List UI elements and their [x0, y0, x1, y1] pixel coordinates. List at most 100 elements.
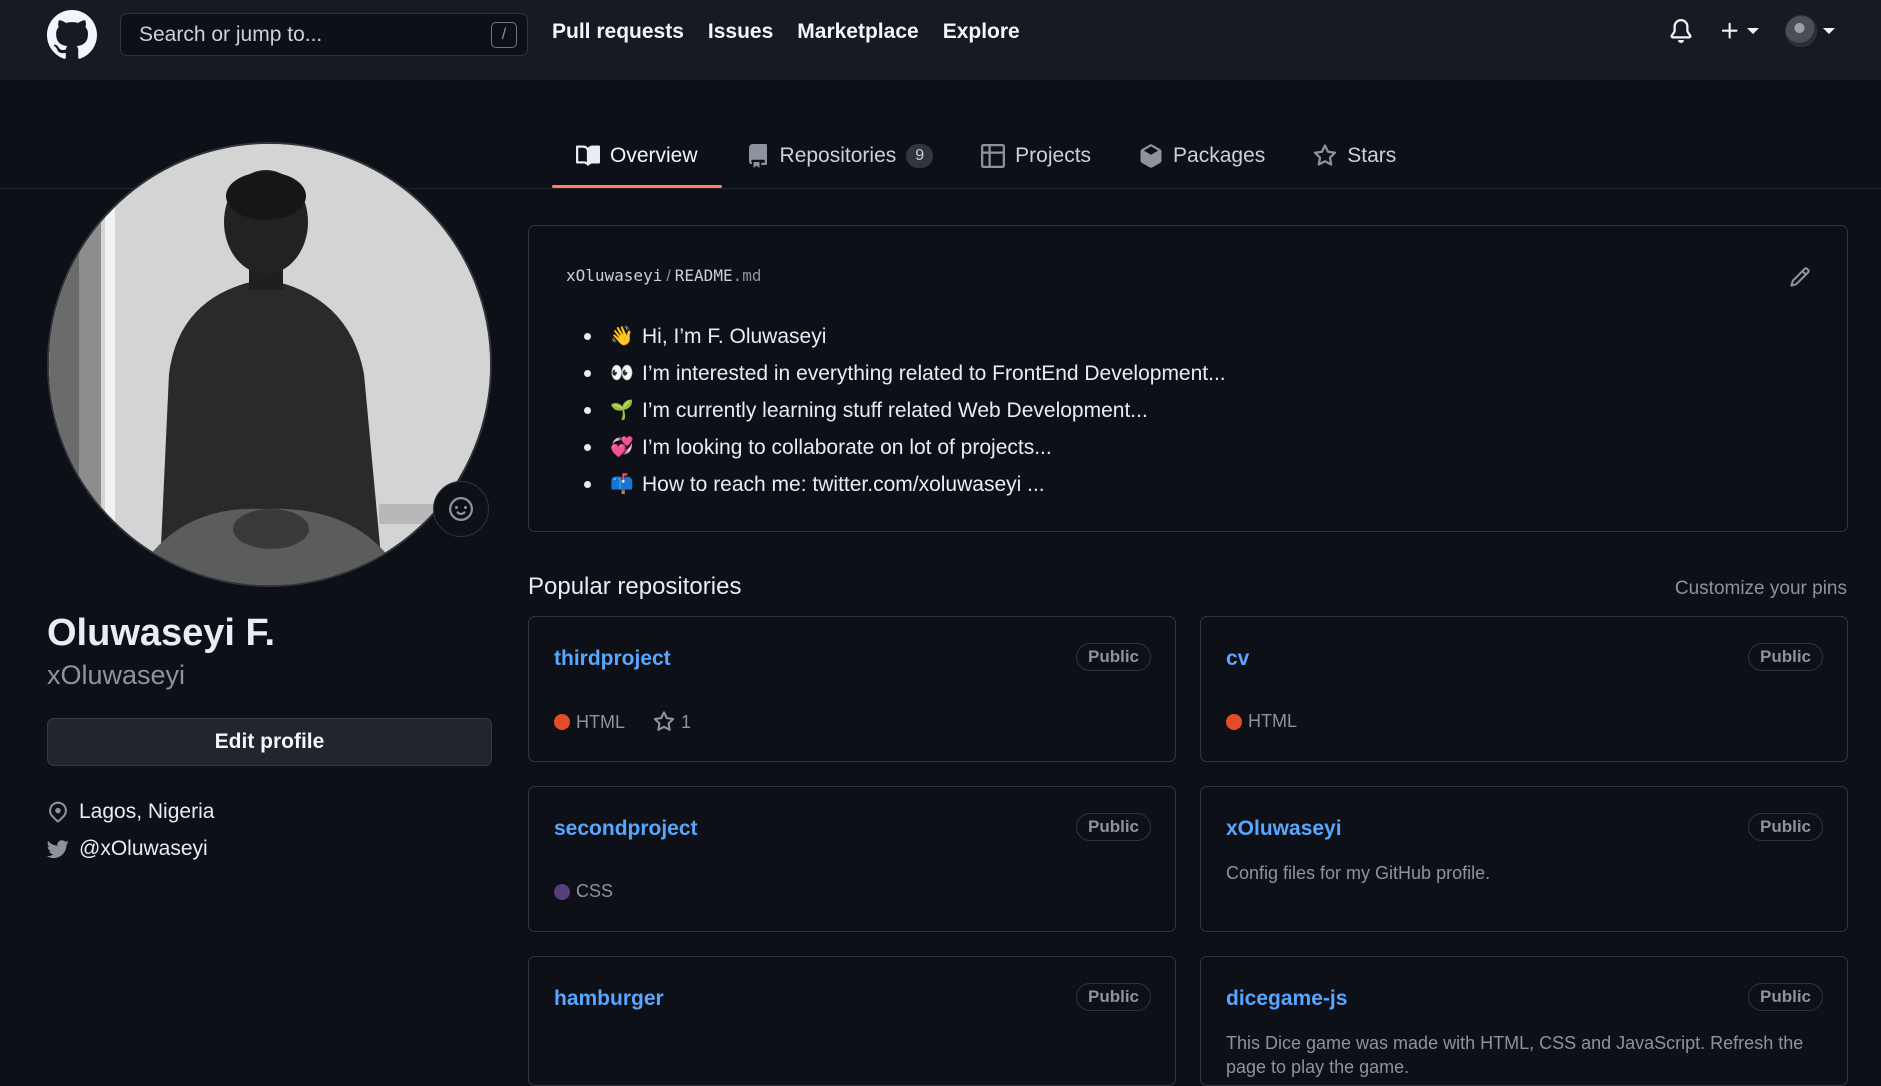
list-item-text: I’m looking to collaborate on lot of pro… [642, 436, 1052, 459]
profile-tabs: Overview Repositories 9 Projects Package… [552, 124, 1420, 188]
hearts-icon: 💞 [610, 436, 634, 458]
profile-readme: xOluwaseyi / README.md 👋 Hi, I’m F. Oluwase… [528, 225, 1848, 532]
tab-packages[interactable]: Packages [1115, 124, 1289, 188]
profile-avatar[interactable] [47, 142, 492, 587]
repo-name-link[interactable]: xOluwaseyi [1226, 817, 1342, 841]
repo-language: CSS [554, 881, 613, 902]
repo-icon [748, 144, 767, 168]
language-name: CSS [576, 881, 614, 901]
twitter-icon [47, 840, 69, 859]
language-color-dot [554, 883, 570, 900]
list-item-text: How to reach me: twitter.com/xoluwaseyi … [642, 473, 1045, 496]
location-icon [49, 801, 67, 823]
tab-label: Stars [1347, 144, 1397, 167]
search-input[interactable]: Search or jump to... / [120, 13, 528, 56]
list-item-text: Hi, I’m F. Oluwaseyi [642, 325, 827, 348]
visibility-badge: Public [1075, 983, 1151, 1011]
tab-repositories[interactable]: Repositories 9 [722, 124, 958, 188]
repo-card: cv Public HTML [1200, 616, 1848, 762]
create-new-button[interactable] [1719, 20, 1759, 42]
repo-language: HTML [1226, 711, 1297, 732]
package-icon [1140, 144, 1162, 168]
top-header: Search or jump to... / Pull requests Iss… [0, 0, 1881, 80]
location-text: Lagos, Nigeria [79, 800, 215, 823]
repo-name-link[interactable]: hamburger [554, 987, 664, 1011]
nav-pull-requests[interactable]: Pull requests [552, 20, 684, 44]
repo-card: dicegame-js Public This Dice game was ma… [1200, 956, 1848, 1086]
search-placeholder: Search or jump to... [139, 22, 323, 46]
repo-count-badge: 9 [906, 144, 934, 168]
stargazers-link[interactable]: 1 [653, 711, 691, 733]
avatar [1785, 15, 1817, 47]
profile-full-name: Oluwaseyi F. [47, 612, 276, 654]
repo-name-link[interactable]: cv [1226, 647, 1249, 671]
list-item-text: I’m interested in everything related to … [642, 362, 1226, 385]
edit-profile-button[interactable]: Edit profile [47, 718, 492, 766]
language-color-dot [554, 714, 570, 730]
repo-name-link[interactable]: thirdproject [554, 647, 671, 671]
readme-file-link[interactable]: README [675, 266, 733, 285]
bell-icon [1670, 19, 1692, 43]
notifications-button[interactable] [1669, 19, 1693, 43]
repo-card: thirdproject Public HTML 1 [528, 616, 1176, 762]
visibility-badge: Public [1747, 643, 1823, 671]
visibility-badge: Public [1075, 813, 1151, 841]
readme-path: xOluwaseyi / README.md [566, 266, 761, 286]
repo-language: HTML [554, 712, 625, 733]
seedling-icon: 🌱 [610, 399, 634, 421]
visibility-badge: Public [1747, 813, 1823, 841]
tab-projects[interactable]: Projects [957, 124, 1115, 188]
tab-label: Packages [1173, 144, 1266, 167]
chevron-down-icon [1747, 28, 1759, 34]
table-icon [981, 144, 1006, 168]
chevron-down-icon [1823, 28, 1835, 34]
popular-repos-heading: Popular repositories [528, 573, 742, 600]
readme-file-ext: .md [732, 266, 762, 285]
tab-label: Overview [610, 144, 698, 167]
repo-meta: HTML 1 [554, 711, 691, 733]
repo-name-link[interactable]: secondproject [554, 817, 698, 841]
language-color-dot [1226, 713, 1242, 730]
profile-photo [49, 144, 490, 585]
tab-stars[interactable]: Stars [1289, 124, 1420, 188]
repo-card: hamburger Public [528, 956, 1176, 1086]
star-count: 1 [681, 711, 692, 732]
repo-meta: HTML [1226, 711, 1297, 732]
star-icon [653, 711, 675, 731]
readme-owner-link[interactable]: xOluwaseyi [566, 266, 662, 285]
language-name: HTML [1248, 711, 1297, 731]
smiley-icon [449, 497, 473, 521]
global-nav: Pull requests Issues Marketplace Explore [552, 20, 1020, 44]
nav-issues[interactable]: Issues [708, 20, 773, 44]
language-name: HTML [576, 711, 625, 732]
path-separator: / [666, 268, 671, 285]
list-item: 👋 Hi, I’m F. Oluwaseyi [584, 318, 1226, 355]
tab-label: Repositories [779, 144, 897, 167]
nav-explore[interactable]: Explore [943, 20, 1020, 44]
github-logo-icon[interactable] [47, 10, 97, 60]
profile-username: xOluwaseyi [47, 660, 186, 690]
repo-description: Config files for my GitHub profile. [1226, 863, 1491, 883]
repo-description: This Dice game was made with HTML, CSS a… [1226, 1033, 1804, 1077]
plus-icon [1721, 22, 1738, 39]
set-status-button[interactable] [433, 481, 489, 537]
list-item-text: I’m currently learning stuff related Web… [642, 399, 1148, 422]
profile-twitter[interactable]: @xOluwaseyi [47, 837, 208, 861]
slash-key-hint: / [491, 22, 517, 48]
waving-hand-icon: 👋 [610, 325, 634, 347]
list-item: 💞 I’m looking to collaborate on lot of pr… [584, 429, 1226, 466]
visibility-badge: Public [1075, 643, 1151, 671]
repo-name-link[interactable]: dicegame-js [1226, 987, 1347, 1011]
twitter-handle: @xOluwaseyi [79, 837, 208, 860]
star-icon [1314, 144, 1337, 166]
customize-pins-link[interactable]: Customize your pins [1675, 578, 1847, 600]
repo-card: secondproject Public CSS [528, 786, 1176, 932]
nav-marketplace[interactable]: Marketplace [797, 20, 918, 44]
tab-overview[interactable]: Overview [552, 124, 722, 188]
repo-meta: CSS [554, 881, 613, 902]
list-item: 📫 How to reach me: twitter.com/xoluwaseyi… [584, 466, 1226, 503]
user-menu-button[interactable] [1785, 15, 1835, 47]
edit-readme-button[interactable] [1789, 266, 1811, 293]
profile-location: Lagos, Nigeria [47, 800, 214, 824]
list-item: 🌱 I’m currently learning stuff related We… [584, 392, 1226, 429]
